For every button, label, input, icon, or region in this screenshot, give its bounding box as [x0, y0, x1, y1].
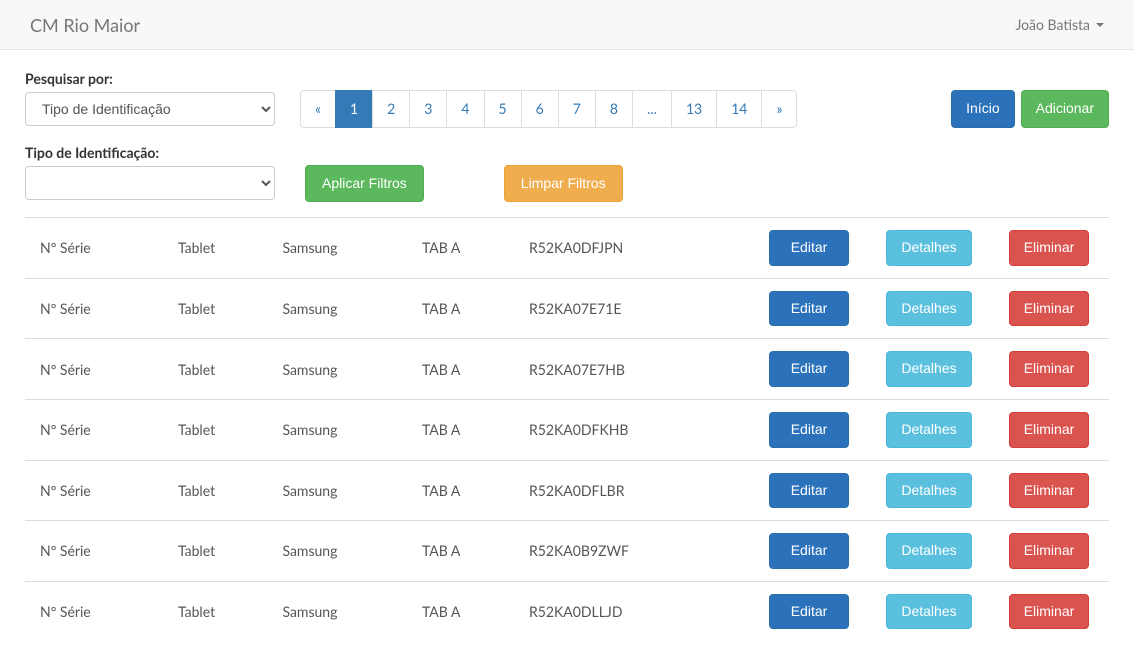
page-3[interactable]: 3 — [409, 90, 447, 128]
page-1[interactable]: 1 — [335, 90, 373, 128]
cell-col2: Tablet — [170, 581, 275, 641]
filter-action-buttons: Aplicar Filtros Limpar Filtros — [305, 143, 623, 203]
cell-col2: Tablet — [170, 521, 275, 582]
cell-col5: R52KA0DLLJD — [521, 581, 749, 641]
table-row: Nº SérieTabletSamsungTAB AR52KA0DFLBR Edi… — [25, 460, 1109, 521]
add-button[interactable]: Adicionar — [1021, 90, 1109, 128]
cell-col3: Samsung — [274, 339, 414, 400]
page-7[interactable]: 7 — [558, 90, 596, 128]
cell-col2: Tablet — [170, 278, 275, 339]
cell-col3: Samsung — [274, 581, 414, 641]
page-prev[interactable]: « — [300, 90, 336, 128]
cell-col1: Nº Série — [25, 460, 170, 521]
table-row: Nº SérieTabletSamsungTAB AR52KA07E71E Edi… — [25, 278, 1109, 339]
cell-col4: TAB A — [414, 218, 521, 279]
page-14[interactable]: 14 — [716, 90, 762, 128]
cell-col3: Samsung — [274, 218, 414, 279]
page-4[interactable]: 4 — [446, 90, 484, 128]
cell-col5: R52KA07E71E — [521, 278, 749, 339]
page-5[interactable]: 5 — [484, 90, 522, 128]
edit-button[interactable]: Editar — [769, 533, 849, 569]
top-action-buttons: Início Adicionar — [951, 90, 1109, 128]
delete-button[interactable]: Eliminar — [1009, 533, 1090, 569]
filter-section: Pesquisar por: Tipo de Identificação «12… — [25, 70, 797, 128]
cell-col2: Tablet — [170, 460, 275, 521]
main-container: Pesquisar por: Tipo de Identificação «12… — [0, 50, 1134, 661]
cell-col3: Samsung — [274, 460, 414, 521]
cell-col3: Samsung — [274, 399, 414, 460]
details-button[interactable]: Detalhes — [886, 291, 971, 327]
cell-col1: Nº Série — [25, 581, 170, 641]
cell-col1: Nº Série — [25, 218, 170, 279]
delete-button[interactable]: Eliminar — [1009, 291, 1090, 327]
search-by-label: Pesquisar por: — [25, 70, 275, 87]
delete-button[interactable]: Eliminar — [1009, 594, 1090, 630]
search-by-select[interactable]: Tipo de Identificação — [25, 92, 275, 126]
table-row: Nº SérieTabletSamsungTAB AR52KA0B9ZWF Edi… — [25, 521, 1109, 582]
cell-col1: Nº Série — [25, 521, 170, 582]
details-button[interactable]: Detalhes — [886, 230, 971, 266]
data-table: Nº SérieTabletSamsungTAB AR52KA0DFJPNEdi… — [25, 217, 1109, 641]
edit-button[interactable]: Editar — [769, 473, 849, 509]
top-row: Pesquisar por: Tipo de Identificação «12… — [25, 70, 1109, 128]
delete-button[interactable]: Eliminar — [1009, 230, 1090, 266]
details-button[interactable]: Detalhes — [886, 473, 971, 509]
navbar: CM Rio Maior João Batista — [0, 0, 1134, 50]
cell-col4: TAB A — [414, 521, 521, 582]
delete-button[interactable]: Eliminar — [1009, 412, 1090, 448]
details-button[interactable]: Detalhes — [886, 412, 971, 448]
table-row: Nº SérieTabletSamsungTAB AR52KA0DFJPN Edi… — [25, 218, 1109, 279]
page-...: ... — [632, 90, 672, 128]
navbar-user-dropdown[interactable]: João Batista — [1000, 1, 1119, 48]
table-row: Nº SérieTabletSamsungTAB AR52KA0DLLJD Edi… — [25, 581, 1109, 641]
search-filter-group: Pesquisar por: Tipo de Identificação — [25, 70, 275, 126]
clear-filters-button[interactable]: Limpar Filtros — [504, 165, 623, 203]
page-13[interactable]: 13 — [671, 90, 717, 128]
cell-col5: R52KA0B9ZWF — [521, 521, 749, 582]
navbar-brand[interactable]: CM Rio Maior — [15, 0, 155, 51]
details-button[interactable]: Detalhes — [886, 351, 971, 387]
cell-col2: Tablet — [170, 339, 275, 400]
edit-button[interactable]: Editar — [769, 594, 849, 630]
details-button[interactable]: Detalhes — [886, 533, 971, 569]
page-6[interactable]: 6 — [521, 90, 559, 128]
page-8[interactable]: 8 — [595, 90, 633, 128]
table-row: Nº SérieTabletSamsungTAB AR52KA07E7HB Edi… — [25, 339, 1109, 400]
pagination: «12345678...1314» — [300, 90, 797, 128]
cell-col5: R52KA0DFKHB — [521, 399, 749, 460]
cell-col4: TAB A — [414, 460, 521, 521]
caret-down-icon — [1096, 23, 1104, 27]
cell-col5: R52KA0DFJPN — [521, 218, 749, 279]
page-2[interactable]: 2 — [372, 90, 410, 128]
edit-button[interactable]: Editar — [769, 351, 849, 387]
cell-col3: Samsung — [274, 278, 414, 339]
edit-button[interactable]: Editar — [769, 291, 849, 327]
type-filter-group: Tipo de Identificação: — [25, 144, 275, 200]
delete-button[interactable]: Eliminar — [1009, 473, 1090, 509]
details-button[interactable]: Detalhes — [886, 594, 971, 630]
delete-button[interactable]: Eliminar — [1009, 351, 1090, 387]
cell-col4: TAB A — [414, 339, 521, 400]
navbar-user-name: João Batista — [1015, 16, 1090, 33]
cell-col4: TAB A — [414, 581, 521, 641]
cell-col2: Tablet — [170, 399, 275, 460]
cell-col4: TAB A — [414, 278, 521, 339]
edit-button[interactable]: Editar — [769, 230, 849, 266]
cell-col4: TAB A — [414, 399, 521, 460]
home-button[interactable]: Início — [951, 90, 1014, 128]
cell-col1: Nº Série — [25, 339, 170, 400]
second-filter-row: Tipo de Identificação: Aplicar Filtros L… — [25, 143, 1109, 203]
cell-col3: Samsung — [274, 521, 414, 582]
apply-filters-button[interactable]: Aplicar Filtros — [305, 165, 424, 203]
type-select[interactable] — [25, 166, 275, 200]
cell-col2: Tablet — [170, 218, 275, 279]
cell-col1: Nº Série — [25, 399, 170, 460]
cell-col5: R52KA07E7HB — [521, 339, 749, 400]
edit-button[interactable]: Editar — [769, 412, 849, 448]
type-label: Tipo de Identificação: — [25, 144, 275, 161]
cell-col1: Nº Série — [25, 278, 170, 339]
table-row: Nº SérieTabletSamsungTAB AR52KA0DFKHB Edi… — [25, 399, 1109, 460]
page-next[interactable]: » — [761, 90, 797, 128]
cell-col5: R52KA0DFLBR — [521, 460, 749, 521]
